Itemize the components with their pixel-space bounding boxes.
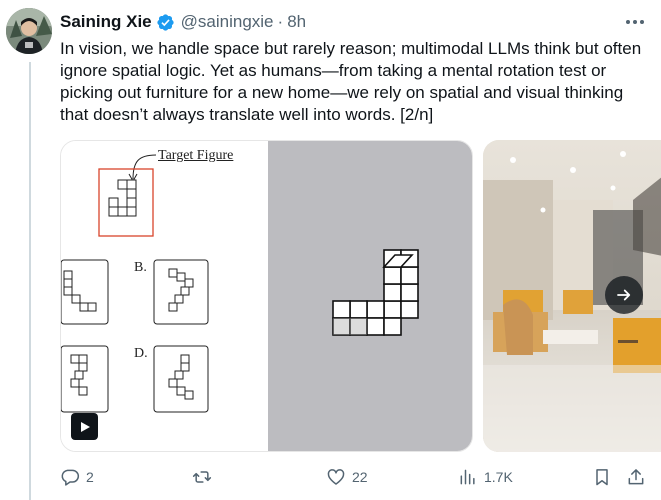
bookmark-icon (596, 469, 608, 486)
analytics-icon (460, 469, 475, 485)
bookmark-button[interactable] (592, 463, 612, 491)
reply-icon (61, 469, 80, 486)
mental-rotation-figures (61, 154, 209, 413)
verified-badge-icon (156, 13, 175, 32)
rotating-shape-panel (268, 141, 472, 451)
play-button[interactable] (71, 413, 98, 440)
views-button[interactable]: 1.7K (458, 463, 513, 491)
heart-icon (327, 469, 345, 485)
timestamp[interactable]: 8h (287, 12, 306, 32)
rotating-shape (332, 249, 419, 336)
option-d-label: D. (134, 346, 148, 361)
avatar[interactable] (6, 8, 52, 54)
media-carousel: Target Figure B. D. (60, 140, 661, 452)
mental-rotation-test-panel: Target Figure B. D. (61, 141, 268, 451)
more-options-icon[interactable] (620, 10, 650, 34)
like-count: 22 (352, 469, 368, 485)
view-count: 1.7K (484, 469, 513, 485)
reply-count: 2 (86, 469, 94, 485)
author-name[interactable]: Saining Xie (60, 12, 152, 32)
share-button[interactable] (626, 463, 646, 491)
reply-button[interactable]: 2 (60, 463, 94, 491)
share-icon (628, 469, 644, 485)
arrow-right-icon (617, 289, 631, 301)
author-handle[interactable]: @sainingxie (181, 12, 274, 32)
separator-dot: · (277, 12, 284, 31)
like-button[interactable]: 22 (326, 463, 368, 491)
thread-line (29, 62, 31, 500)
tweet-header: Saining Xie @sainingxie · 8h (60, 10, 306, 34)
tweet-text: In vision, we handle space but rarely re… (60, 39, 642, 124)
play-icon (80, 421, 90, 432)
media-video-mental-rotation[interactable]: Target Figure B. D. (60, 140, 473, 452)
repost-button[interactable] (191, 463, 219, 491)
option-b-label: B. (134, 260, 147, 275)
next-media-button[interactable] (605, 276, 643, 314)
tweet-actions: 2 22 1.7K (60, 463, 652, 491)
repost-icon (192, 471, 212, 483)
